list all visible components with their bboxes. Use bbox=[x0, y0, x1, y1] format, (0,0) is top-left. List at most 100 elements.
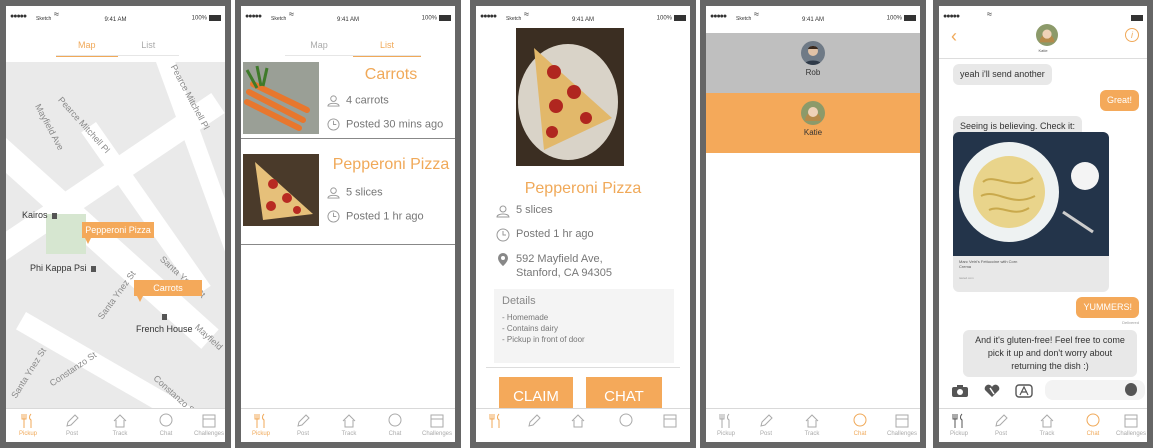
back-icon[interactable]: ‹ bbox=[951, 26, 957, 47]
carrots-photo bbox=[243, 62, 319, 134]
battery-indicator: 100% bbox=[422, 15, 451, 22]
calendar-icon bbox=[650, 413, 690, 431]
tab-list[interactable]: List bbox=[353, 34, 421, 57]
tab-post[interactable]: Post bbox=[52, 413, 92, 437]
pin-carrots[interactable]: Carrots bbox=[134, 280, 202, 302]
battery-icon bbox=[674, 15, 686, 21]
message-input[interactable] bbox=[1045, 380, 1145, 400]
photo-source: tasted.com bbox=[959, 276, 974, 280]
building-icon bbox=[51, 212, 57, 219]
tab-challenges[interactable]: Challenges bbox=[882, 413, 920, 437]
tab-bar: Pickup Post Track Chat Challenges bbox=[6, 408, 225, 442]
list-item[interactable]: Carrots 4 carrots Posted 30 mins ago bbox=[241, 60, 455, 140]
avatar bbox=[801, 101, 825, 125]
tab-track[interactable]: Track bbox=[1027, 413, 1067, 437]
message-bubble: YUMMERS! bbox=[1076, 297, 1139, 318]
item-title: Pepperoni Pizza bbox=[524, 180, 642, 197]
detail-screen: ●●●●● Sketch ≈ 9:41 AM 100% Pepperoni Pi… bbox=[470, 0, 696, 448]
tab-post[interactable]: Post bbox=[981, 413, 1021, 437]
clock-icon bbox=[327, 118, 340, 131]
tab-chat[interactable] bbox=[606, 413, 646, 431]
house-icon bbox=[1027, 413, 1067, 431]
tab-list[interactable]: List bbox=[118, 34, 180, 56]
tab-track[interactable] bbox=[558, 413, 598, 431]
tab-post[interactable] bbox=[514, 413, 554, 431]
conversation-name: Katie bbox=[1038, 48, 1048, 53]
map-view[interactable]: Mayfield Ave Pearce Mitchell Pl Pearce M… bbox=[6, 62, 225, 408]
pencil-icon bbox=[283, 413, 323, 431]
item-quantity: 5 slices bbox=[496, 204, 553, 218]
appstore-icon[interactable] bbox=[1015, 384, 1033, 398]
mic-icon[interactable] bbox=[1125, 383, 1137, 396]
status-bar: ●●●●● Sketch ≈ 9:41 AM 100% bbox=[6, 6, 225, 26]
tab-pickup[interactable]: Pickup bbox=[241, 413, 281, 437]
battery-indicator: 100% bbox=[657, 15, 686, 22]
tab-chat[interactable]: Chat bbox=[840, 413, 880, 437]
tab-track[interactable]: Track bbox=[100, 413, 140, 437]
battery-icon bbox=[209, 15, 221, 21]
status-bar: ●●●●● Sketch ≈ 9:41 AM 100% bbox=[241, 6, 455, 26]
avatar bbox=[801, 41, 825, 65]
tab-pickup[interactable]: Pickup bbox=[8, 413, 48, 437]
photo-caption: Marc Vetri's Fettuccine with Corn Crema bbox=[959, 259, 1018, 269]
tab-map[interactable]: Map bbox=[285, 34, 353, 56]
address-line-2: Stanford, CA 94305 bbox=[516, 267, 613, 279]
pizza-photo bbox=[243, 154, 319, 226]
message-bubble: And it's gluten-free! Feel free to come … bbox=[963, 330, 1137, 377]
clock-icon bbox=[327, 210, 340, 223]
tab-chat[interactable]: Chat bbox=[375, 413, 415, 437]
tab-track[interactable]: Track bbox=[329, 413, 369, 437]
tab-challenges[interactable]: Challenges bbox=[189, 413, 225, 437]
street-label: Santa Ynez St bbox=[9, 346, 49, 400]
tab-pickup[interactable]: Pickup bbox=[706, 413, 746, 437]
message-bubble: yeah i'll send another bbox=[953, 64, 1052, 85]
battery-indicator: 100% bbox=[887, 15, 916, 22]
pencil-icon bbox=[981, 413, 1021, 431]
tab-challenges[interactable]: Challenges bbox=[1111, 413, 1147, 437]
pencil-icon bbox=[52, 413, 92, 431]
item-title: Carrots bbox=[364, 66, 418, 83]
place-french-house[interactable]: French House bbox=[136, 314, 193, 334]
map-list-toggle: Map List bbox=[285, 34, 421, 57]
status-bar: ●●●●● Sketch ≈ 9:41 AM 100% bbox=[476, 6, 690, 26]
battery-indicator: 100% bbox=[192, 15, 221, 22]
battery-icon bbox=[439, 15, 451, 21]
battery-icon bbox=[1131, 15, 1143, 21]
tab-post[interactable]: Post bbox=[283, 413, 323, 437]
battery-icon bbox=[904, 15, 916, 21]
clock-icon bbox=[496, 228, 510, 242]
pin-pepperoni-pizza[interactable]: Pepperoni Pizza bbox=[82, 222, 154, 244]
house-icon bbox=[329, 413, 369, 431]
list-item[interactable]: Pepperoni Pizza 5 slices Posted 1 hr ago bbox=[241, 150, 455, 240]
tab-chat[interactable]: Chat bbox=[146, 413, 186, 437]
tab-challenges[interactable] bbox=[650, 413, 690, 431]
place-phi-kappa-psi[interactable]: Phi Kappa Psi bbox=[30, 263, 96, 273]
item-posted: Posted 30 mins ago bbox=[327, 118, 443, 131]
tab-post[interactable]: Post bbox=[746, 413, 786, 437]
item-posted: Posted 1 hr ago bbox=[496, 228, 594, 242]
pencil-icon bbox=[514, 413, 554, 431]
address-line-1: 592 Mayfield Ave, bbox=[516, 253, 603, 265]
chat-bubble-icon bbox=[375, 413, 415, 431]
detail-line: - Pickup in front of door bbox=[502, 335, 585, 344]
divider bbox=[241, 138, 455, 139]
tab-track[interactable]: Track bbox=[792, 413, 832, 437]
camera-icon[interactable] bbox=[951, 384, 969, 398]
tab-chat[interactable]: Chat bbox=[1073, 413, 1113, 437]
divider bbox=[939, 58, 1147, 59]
calendar-icon bbox=[189, 413, 225, 431]
building-icon bbox=[90, 265, 96, 272]
contact-row-katie[interactable]: Katie bbox=[706, 93, 920, 153]
tab-pickup[interactable]: Pickup bbox=[939, 413, 979, 437]
contact-row-rob[interactable]: Rob bbox=[706, 33, 920, 93]
shared-photo[interactable]: Marc Vetri's Fettuccine with Corn Crema … bbox=[953, 132, 1109, 292]
chat-list-screen: ●●●●● Sketch ≈ 9:41 AM 100% Rob Katie Pi… bbox=[700, 0, 926, 448]
tab-pickup[interactable] bbox=[476, 413, 516, 431]
tab-map[interactable]: Map bbox=[56, 34, 118, 57]
place-kairos[interactable]: Kairos bbox=[22, 210, 57, 220]
info-icon[interactable]: i bbox=[1125, 28, 1139, 42]
tab-challenges[interactable]: Challenges bbox=[417, 413, 455, 437]
heart-icon[interactable] bbox=[983, 384, 1001, 398]
delivered-label: Delivered bbox=[1122, 320, 1139, 325]
message-bubble: Great! bbox=[1099, 90, 1139, 111]
